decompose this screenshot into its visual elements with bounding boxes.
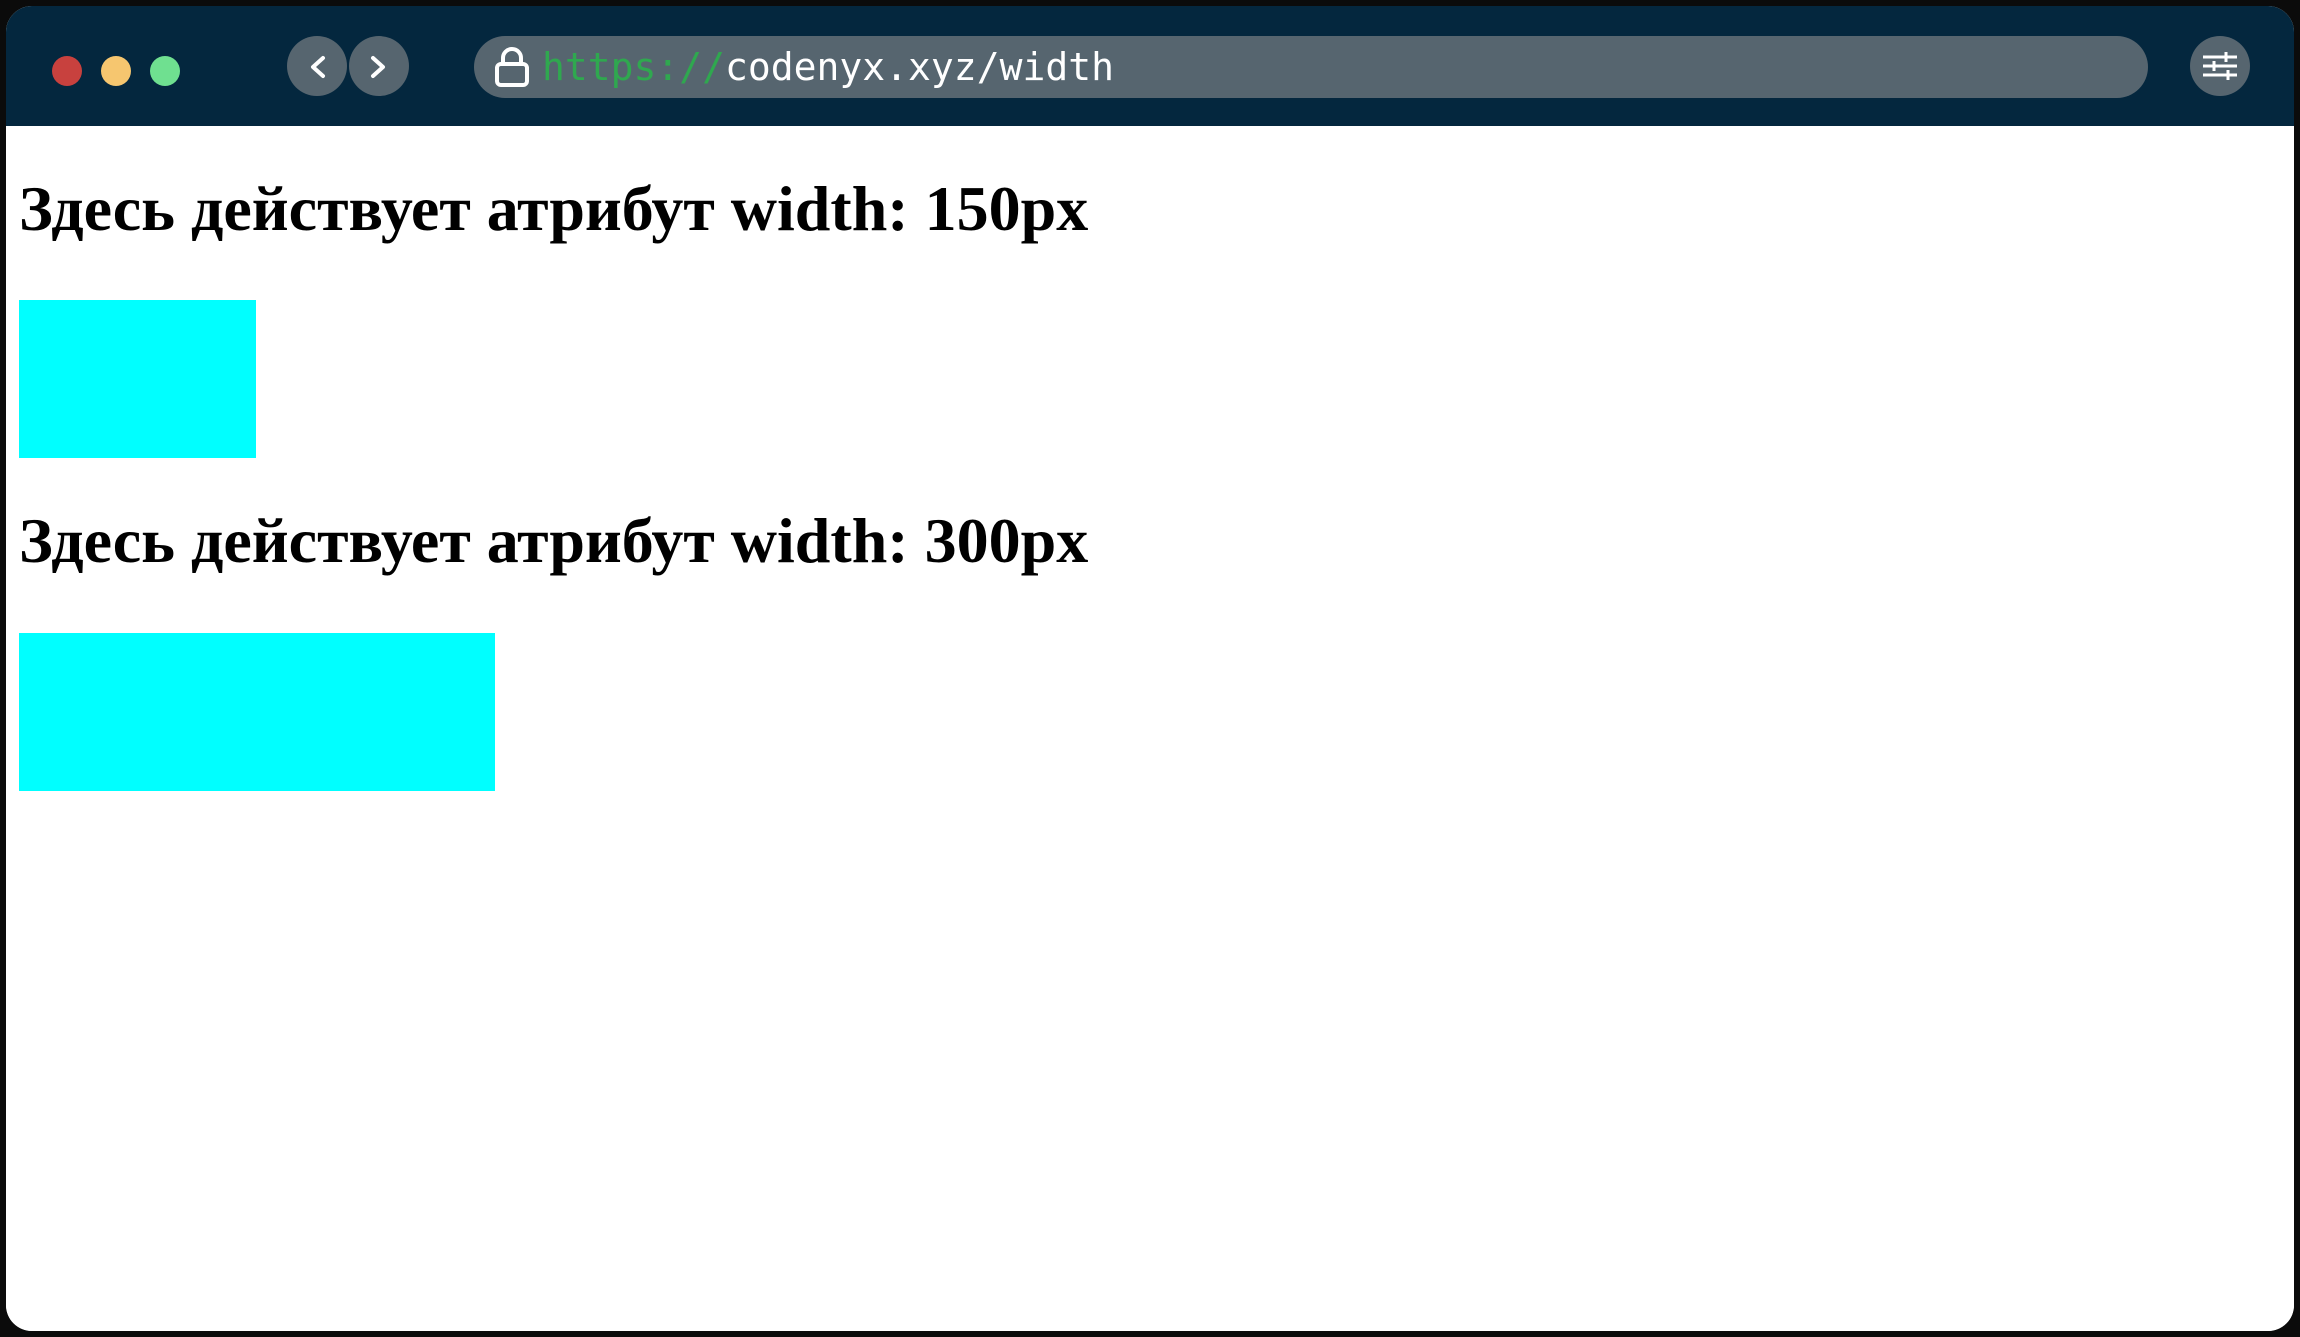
- url-text[interactable]: https://codenyx.xyz/width: [542, 36, 1114, 98]
- title-bar: https://codenyx.xyz/width: [6, 6, 2294, 126]
- url-scheme: https://: [542, 45, 726, 89]
- lock-icon: [495, 47, 529, 87]
- sliders-icon: [2203, 52, 2237, 80]
- maximize-window-button[interactable]: [150, 56, 180, 86]
- cyan-box-300: [19, 633, 495, 791]
- chevron-left-icon: [311, 56, 325, 78]
- back-button[interactable]: [287, 36, 347, 96]
- minimize-window-button[interactable]: [101, 56, 131, 86]
- heading-width-150: Здесь действует атрибут width: 150px: [19, 173, 1089, 244]
- chevron-right-icon: [371, 56, 385, 78]
- url-path: codenyx.xyz/width: [725, 45, 1114, 89]
- cyan-box-150: [19, 300, 256, 458]
- forward-button[interactable]: [349, 36, 409, 96]
- address-bar[interactable]: https://codenyx.xyz/width: [474, 36, 2148, 98]
- menu-button[interactable]: [2190, 36, 2250, 96]
- page-content: Здесь действует атрибут width: 150px Зде…: [6, 126, 2294, 1331]
- close-window-button[interactable]: [52, 56, 82, 86]
- browser-window: https://codenyx.xyz/width Здесь действуе…: [6, 6, 2294, 1331]
- heading-width-300: Здесь действует атрибут width: 300px: [19, 505, 1089, 576]
